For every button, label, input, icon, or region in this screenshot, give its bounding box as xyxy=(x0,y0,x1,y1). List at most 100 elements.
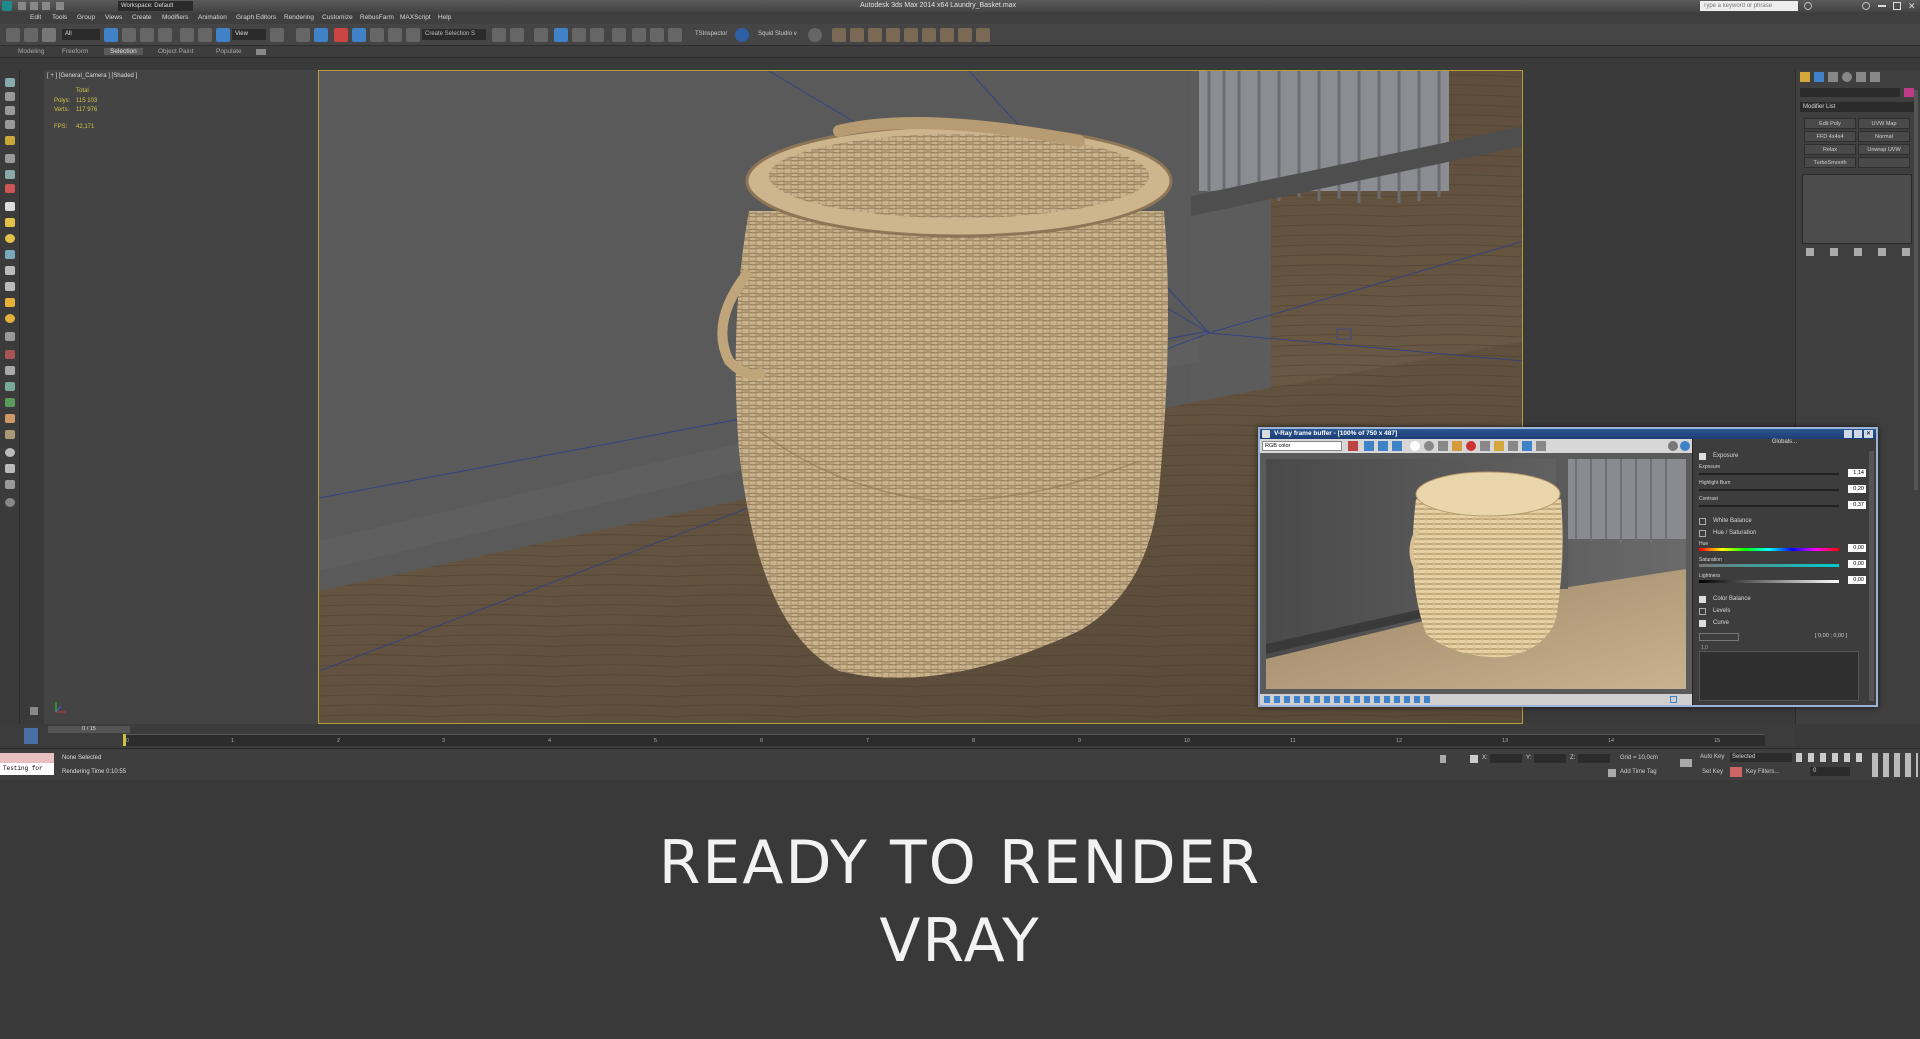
tool-26-icon[interactable] xyxy=(5,480,15,489)
select-by-name-icon[interactable] xyxy=(122,28,136,42)
panel-scrollbar[interactable] xyxy=(1914,90,1918,490)
material-editor-icon[interactable] xyxy=(612,28,626,42)
curve-editor[interactable] xyxy=(1699,651,1859,701)
vfb-rgb-icon-1[interactable] xyxy=(1364,441,1374,451)
vfb-save-icon[interactable] xyxy=(1438,441,1448,451)
x-coordinate-field[interactable] xyxy=(1490,754,1522,763)
minimize-button[interactable] xyxy=(1878,5,1886,7)
exposure-value[interactable]: 1,14 xyxy=(1848,469,1866,477)
tool-2-icon[interactable] xyxy=(5,92,15,101)
hue-value[interactable]: 0,00 xyxy=(1848,544,1866,552)
highlight-burn-slider[interactable] xyxy=(1699,489,1839,491)
vfb-history-icon[interactable] xyxy=(1536,441,1546,451)
scene-explorer-icon[interactable] xyxy=(735,28,749,42)
levels-checkbox[interactable] xyxy=(1699,608,1706,615)
tool-6-icon[interactable] xyxy=(5,154,15,163)
squid-studio-button[interactable]: Squid Studio v xyxy=(758,31,797,37)
viewport-expand-icon[interactable] xyxy=(30,707,38,715)
vray-tool-3-icon[interactable] xyxy=(868,28,882,42)
move-icon[interactable] xyxy=(180,28,194,42)
playback-controls[interactable] xyxy=(1796,753,1866,762)
selection-filter-dropdown[interactable]: All xyxy=(62,29,100,40)
menu-maxscript[interactable]: MAXScript xyxy=(400,14,431,21)
rendered-frame-window-icon[interactable] xyxy=(650,28,664,42)
auto-key-button[interactable]: Auto Key xyxy=(1700,754,1724,760)
normal-button[interactable]: Normal xyxy=(1858,131,1910,142)
menu-animation[interactable]: Animation xyxy=(198,14,227,21)
tool-20-icon[interactable] xyxy=(5,382,15,391)
render-setup-icon[interactable] xyxy=(632,28,646,42)
vfb-rgb-icon-3[interactable] xyxy=(1392,441,1402,451)
help-icon[interactable] xyxy=(1862,2,1870,10)
tool-4-icon[interactable] xyxy=(5,120,15,129)
vray-tool-9-icon[interactable] xyxy=(976,28,990,42)
menu-create[interactable]: Create xyxy=(132,14,152,21)
utilities-tab-icon[interactable] xyxy=(1870,72,1880,82)
search-input[interactable] xyxy=(1700,1,1798,11)
uvw-map-button[interactable]: UVW Map xyxy=(1858,118,1910,129)
create-tool-icon[interactable] xyxy=(5,78,15,87)
pin-stack-icon[interactable] xyxy=(1806,248,1814,256)
modify-tab-icon[interactable] xyxy=(1814,72,1824,82)
menu-rebusfarm[interactable]: RebusFarm xyxy=(360,14,394,21)
vfb-alpha-icon[interactable] xyxy=(1424,441,1434,451)
vfb-resize-icon[interactable] xyxy=(1670,696,1677,703)
vfb-maximize-button[interactable] xyxy=(1854,430,1862,438)
set-key-button[interactable]: Set Key xyxy=(1702,769,1723,775)
levels-section[interactable]: Levels xyxy=(1699,607,1869,618)
tab-freeform[interactable]: Freeform xyxy=(56,48,94,55)
configure-sets-icon[interactable] xyxy=(1902,248,1910,256)
tab-object-paint[interactable]: Object Paint xyxy=(152,48,199,55)
menu-customize[interactable]: Customize xyxy=(322,14,353,21)
time-tag-icon[interactable] xyxy=(1608,769,1616,777)
search-icon[interactable] xyxy=(1804,2,1812,10)
remove-modifier-icon[interactable] xyxy=(1878,248,1886,256)
edit-poly-button[interactable]: Edit Poly xyxy=(1804,118,1856,129)
menu-modifiers[interactable]: Modifiers xyxy=(162,14,188,21)
quick-access-save-icon[interactable] xyxy=(42,2,50,10)
app-logo[interactable] xyxy=(2,1,12,11)
ribbon-options-icon[interactable] xyxy=(256,49,266,55)
ts-inspector-button[interactable]: TSInspector xyxy=(695,31,727,37)
exposure-checkbox[interactable] xyxy=(1699,453,1706,460)
tool-12-icon[interactable] xyxy=(5,250,15,259)
white-balance-checkbox[interactable] xyxy=(1699,518,1706,525)
make-unique-icon[interactable] xyxy=(1854,248,1862,256)
menu-rendering[interactable]: Rendering xyxy=(284,14,314,21)
vfb-rgb-icon-2[interactable] xyxy=(1378,441,1388,451)
vfb-stop-icon[interactable] xyxy=(1668,441,1678,451)
tool-5-icon[interactable] xyxy=(5,136,15,145)
maximize-button[interactable] xyxy=(1893,2,1901,10)
show-end-result-icon[interactable] xyxy=(1830,248,1838,256)
vfb-render-icon[interactable] xyxy=(1680,441,1690,451)
lightness-slider[interactable] xyxy=(1699,580,1839,583)
edit-named-sets-icon[interactable] xyxy=(406,28,420,42)
tool-8-icon[interactable] xyxy=(5,184,15,193)
contrast-value[interactable]: 0,37 xyxy=(1848,501,1866,509)
vfb-bottom-icons[interactable] xyxy=(1264,696,1434,703)
curve-preset-field[interactable] xyxy=(1699,633,1739,641)
z-coordinate-field[interactable] xyxy=(1578,754,1610,763)
time-slider[interactable]: 0 / 15 xyxy=(48,726,130,733)
tool-18-icon[interactable] xyxy=(5,350,15,359)
tool-24-icon[interactable] xyxy=(5,448,15,457)
align-icon[interactable] xyxy=(510,28,524,42)
spinner-snap-icon[interactable] xyxy=(388,28,402,42)
vfb-clear-icon[interactable] xyxy=(1466,441,1476,451)
add-time-tag-button[interactable]: Add Time Tag xyxy=(1620,769,1657,775)
redo-icon[interactable] xyxy=(24,28,38,42)
select-object-icon[interactable] xyxy=(104,28,118,42)
channel-dropdown[interactable]: RGB color xyxy=(1262,441,1342,451)
tool-15-icon[interactable] xyxy=(5,298,15,307)
vfb-region-icon[interactable] xyxy=(1508,441,1518,451)
close-button[interactable]: ✕ xyxy=(1908,1,1916,12)
workspace-dropdown[interactable]: Workspace: Default xyxy=(118,1,193,11)
vray-tool-2-icon[interactable] xyxy=(850,28,864,42)
curve-checkbox[interactable] xyxy=(1699,620,1706,627)
curve-editor-mini-icon[interactable] xyxy=(24,728,38,744)
tool-19-icon[interactable] xyxy=(5,366,15,375)
layer-manager-icon[interactable] xyxy=(534,28,548,42)
schematic-view-icon[interactable] xyxy=(590,28,604,42)
mirror-icon[interactable] xyxy=(492,28,506,42)
vfb-duplicate-icon[interactable] xyxy=(1480,441,1490,451)
